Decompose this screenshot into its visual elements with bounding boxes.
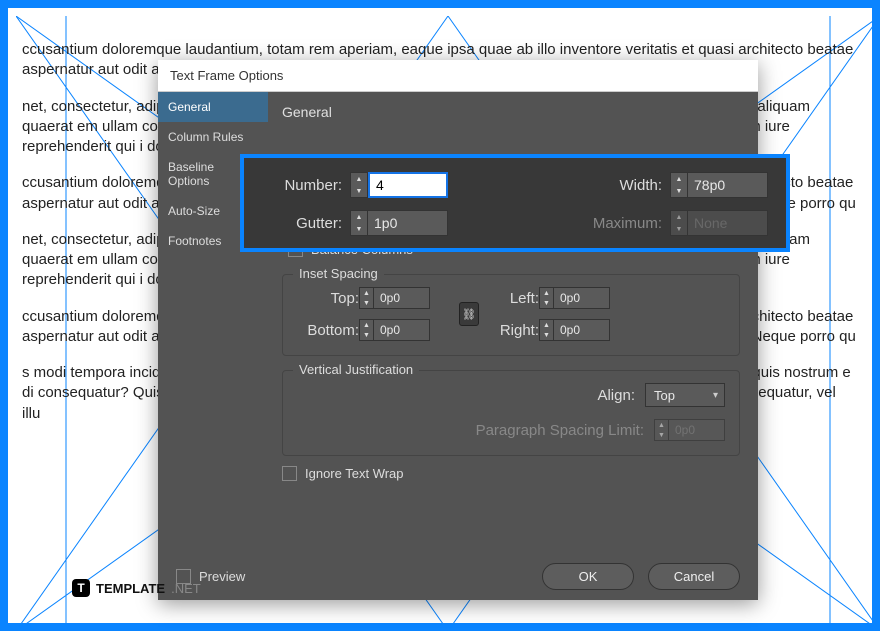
template-net-watermark: T TEMPLATE.NET xyxy=(72,579,201,597)
ignore-text-wrap-checkbox[interactable]: Ignore Text Wrap xyxy=(282,466,404,481)
gutter-label: Gutter: xyxy=(262,215,342,232)
vertical-justification-group: Vertical Justification Align: Top Paragr… xyxy=(282,370,740,456)
checkbox-icon xyxy=(282,466,297,481)
inset-bottom-input[interactable]: ▲▼ xyxy=(359,319,449,341)
inset-left-input[interactable]: ▲▼ xyxy=(539,287,629,309)
columns-gutter-input[interactable]: ▲▼ xyxy=(350,210,448,236)
width-label: Width: xyxy=(592,177,662,194)
columns-number-input[interactable]: ▲▼ xyxy=(350,172,448,198)
top-label: Top: xyxy=(297,290,359,307)
tab-column-rules[interactable]: Column Rules xyxy=(158,122,268,152)
cancel-button[interactable]: Cancel xyxy=(648,563,740,590)
inset-right-input[interactable]: ▲▼ xyxy=(539,319,629,341)
panel-heading: General xyxy=(282,104,740,120)
left-label: Left: xyxy=(489,290,539,307)
maximum-label: Maximum: xyxy=(572,215,662,232)
inset-spacing-group: Inset Spacing Top: ▲▼ ⛓ Left: ▲▼ Bottom:… xyxy=(282,274,740,356)
align-label: Align: xyxy=(597,387,635,404)
columns-width-input[interactable]: ▲▼ xyxy=(670,172,768,198)
psl-label: Paragraph Spacing Limit: xyxy=(476,422,644,439)
number-label: Number: xyxy=(262,177,342,194)
right-label: Right: xyxy=(489,322,539,339)
psl-input: ▲▼ xyxy=(654,419,725,441)
align-select[interactable]: Top xyxy=(645,383,725,407)
tab-general[interactable]: General xyxy=(158,92,268,122)
inset-top-input[interactable]: ▲▼ xyxy=(359,287,449,309)
columns-maximum-input: ▲▼ xyxy=(670,210,768,236)
text-frame-options-dialog: Text Frame Options General Column Rules … xyxy=(158,60,758,600)
bottom-label: Bottom: xyxy=(297,322,359,339)
ok-button[interactable]: OK xyxy=(542,563,634,590)
logo-icon: T xyxy=(72,579,90,597)
link-icon[interactable]: ⛓ xyxy=(459,302,479,326)
columns-highlight-region: Number: ▲▼ Width: ▲▼ Gutter: ▲▼ Maximum:… xyxy=(240,154,790,252)
dialog-title: Text Frame Options xyxy=(158,60,758,92)
